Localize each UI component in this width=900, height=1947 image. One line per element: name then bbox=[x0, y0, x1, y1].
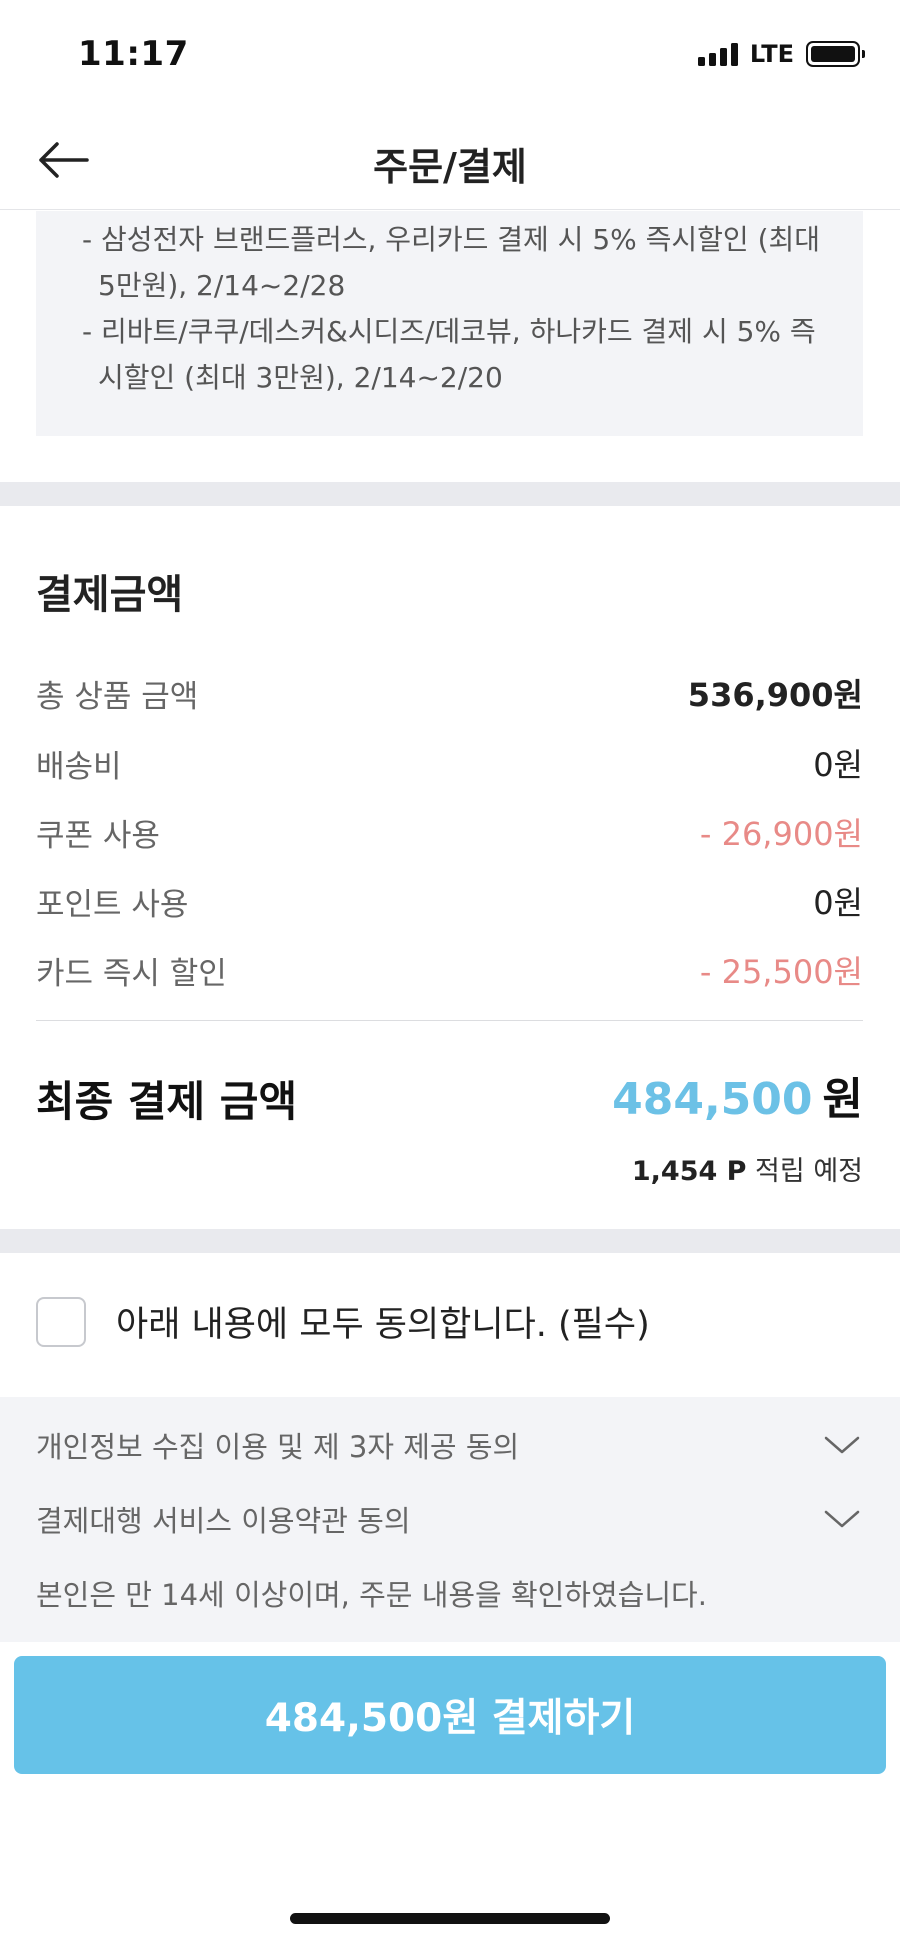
term-payment-service-row[interactable]: 결제대행 서비스 이용약관 동의 bbox=[36, 1494, 863, 1544]
agree-all-row[interactable]: 아래 내용에 모두 동의합니다. (필수) bbox=[36, 1296, 650, 1347]
points-suffix: 적립 예정 bbox=[746, 1156, 863, 1187]
row-label: 카드 즉시 할인 bbox=[36, 955, 227, 992]
promo-info-box: - 삼성전자 브랜드플러스, 우리카드 결제 시 5% 즉시할인 (최대 5만원… bbox=[36, 211, 863, 436]
row-value: 536,900원 bbox=[687, 676, 863, 714]
final-amount-value: 484,500 bbox=[612, 1074, 813, 1125]
agree-all-label: 아래 내용에 모두 동의합니다. (필수) bbox=[116, 1305, 650, 1345]
promo-line: 5만원), 2/14~2/28 bbox=[98, 269, 346, 302]
promo-line: - 리바트/쿠쿠/데스커&시디즈/데코뷰, 하나카드 결제 시 5% 즉 bbox=[82, 315, 816, 348]
term-label: 결제대행 서비스 이용약관 동의 bbox=[36, 1504, 411, 1538]
chevron-down-icon[interactable] bbox=[821, 1504, 863, 1534]
terms-box: 개인정보 수집 이용 및 제 3자 제공 동의 결제대행 서비스 이용약관 동의… bbox=[0, 1397, 900, 1642]
payment-title: 결제금액 bbox=[36, 572, 184, 618]
row-value: 0원 bbox=[813, 746, 863, 784]
network-label: LTE bbox=[749, 40, 794, 68]
signal-icon bbox=[697, 42, 738, 66]
promo-line: - 삼성전자 브랜드플러스, 우리카드 결제 시 5% 즉시할인 (최대 bbox=[82, 223, 821, 256]
row-value: - 26,900원 bbox=[699, 815, 863, 853]
final-amount: 484,500 원 bbox=[612, 1063, 863, 1127]
total-product-row: 총 상품 금액 536,900원 bbox=[36, 668, 863, 718]
final-amount-unit: 원 bbox=[822, 1074, 863, 1125]
points-usage-row: 포인트 사용 0원 bbox=[36, 876, 863, 926]
row-value: - 25,500원 bbox=[699, 953, 863, 991]
chevron-down-icon[interactable] bbox=[821, 1430, 863, 1460]
row-label: 배송비 bbox=[36, 748, 122, 785]
term-privacy-row[interactable]: 개인정보 수집 이용 및 제 3자 제공 동의 bbox=[36, 1420, 863, 1470]
pay-button[interactable]: 484,500원 결제하기 bbox=[14, 1656, 886, 1774]
status-time: 11:17 bbox=[78, 34, 189, 74]
section-divider bbox=[0, 1229, 900, 1253]
term-label: 개인정보 수집 이용 및 제 3자 제공 동의 bbox=[36, 1430, 520, 1464]
row-label: 총 상품 금액 bbox=[36, 678, 199, 715]
shipping-fee-row: 배송비 0원 bbox=[36, 738, 863, 788]
agree-all-checkbox[interactable] bbox=[36, 1296, 86, 1347]
section-divider bbox=[0, 482, 900, 506]
card-discount-row: 카드 즉시 할인 - 25,500원 bbox=[36, 945, 863, 995]
points-value: 1,454 P bbox=[631, 1156, 747, 1187]
row-label: 포인트 사용 bbox=[36, 886, 189, 923]
points-earn: 1,454 P 적립 예정 bbox=[632, 1149, 863, 1188]
age-confirm-note: 본인은 만 14세 이상이며, 주문 내용을 확인하였습니다. bbox=[36, 1578, 707, 1612]
coupon-row: 쿠폰 사용 - 26,900원 bbox=[36, 807, 863, 857]
battery-icon bbox=[806, 41, 865, 67]
status-indicators: LTE bbox=[697, 40, 865, 68]
home-indicator bbox=[290, 1913, 610, 1924]
row-label: 쿠폰 사용 bbox=[36, 817, 160, 854]
pay-button-label: 484,500원 결제하기 bbox=[264, 1696, 636, 1741]
final-amount-label: 최종 결제 금액 bbox=[36, 1077, 298, 1126]
status-bar: 11:17 LTE bbox=[0, 0, 900, 110]
promo-line: 시할인 (최대 3만원), 2/14~2/20 bbox=[98, 361, 503, 394]
page-title: 주문/결제 bbox=[373, 145, 527, 189]
summary-divider bbox=[36, 1020, 863, 1021]
nav-bar: 주문/결제 bbox=[0, 110, 900, 210]
row-value: 0원 bbox=[813, 884, 863, 922]
